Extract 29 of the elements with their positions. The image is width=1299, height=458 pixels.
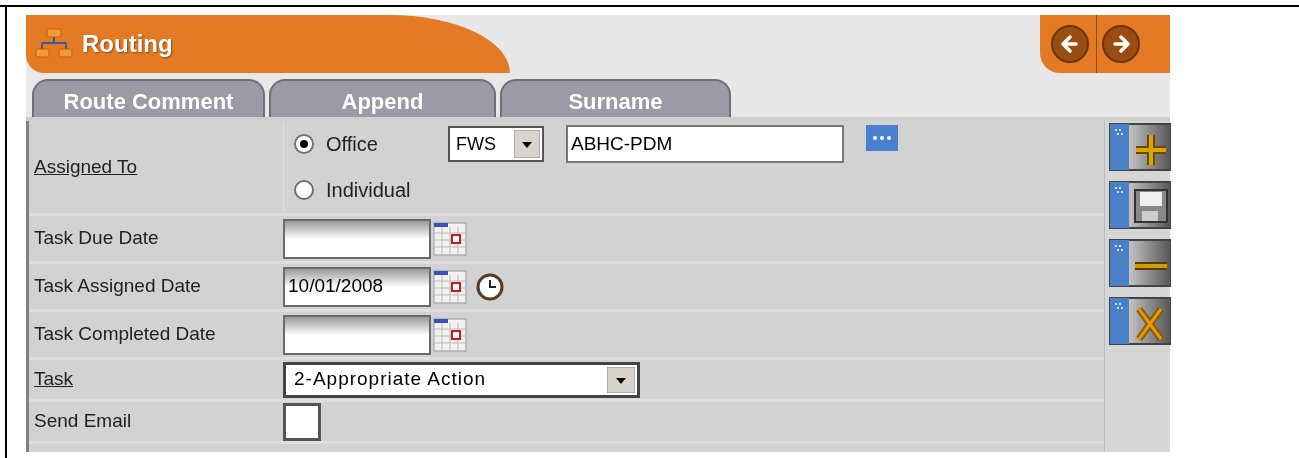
field-label: Task Due Date — [34, 226, 159, 251]
calendar-icon[interactable] — [433, 269, 467, 304]
header-title: Routing — [82, 29, 173, 59]
radio-button[interactable] — [294, 180, 314, 200]
field-label: Task Completed Date — [34, 322, 216, 347]
date-field[interactable]: 10/01/2008 — [283, 266, 431, 307]
agency-dropdown[interactable]: FWS — [448, 126, 544, 162]
calendar-icon[interactable] — [433, 317, 467, 352]
field-label: Task Assigned Date — [34, 274, 201, 299]
radio-button[interactable] — [294, 134, 314, 154]
close-icon[interactable] — [1109, 297, 1171, 345]
task-dropdown[interactable]: 2-Appropriate Action — [283, 361, 640, 398]
date-field[interactable] — [283, 218, 431, 259]
ellipsis-icon[interactable] — [866, 125, 898, 151]
add-icon[interactable] — [1109, 123, 1171, 171]
office-field[interactable]: ABHC-PDM — [566, 125, 844, 163]
radio-label: Office — [326, 132, 379, 157]
field-link[interactable]: Assigned To — [34, 152, 138, 182]
radio-label: Individual — [326, 178, 412, 203]
calendar-icon[interactable] — [433, 221, 467, 256]
field-label: Send Email — [34, 409, 132, 434]
field-link[interactable]: Task — [34, 365, 74, 394]
minus-icon[interactable] — [1109, 239, 1171, 287]
clock-icon[interactable] — [475, 271, 505, 302]
caret-icon — [514, 130, 540, 158]
caret-icon — [607, 366, 635, 393]
date-field[interactable] — [283, 314, 431, 355]
hierarchy-icon — [34, 27, 74, 61]
checkbox[interactable] — [283, 402, 321, 441]
